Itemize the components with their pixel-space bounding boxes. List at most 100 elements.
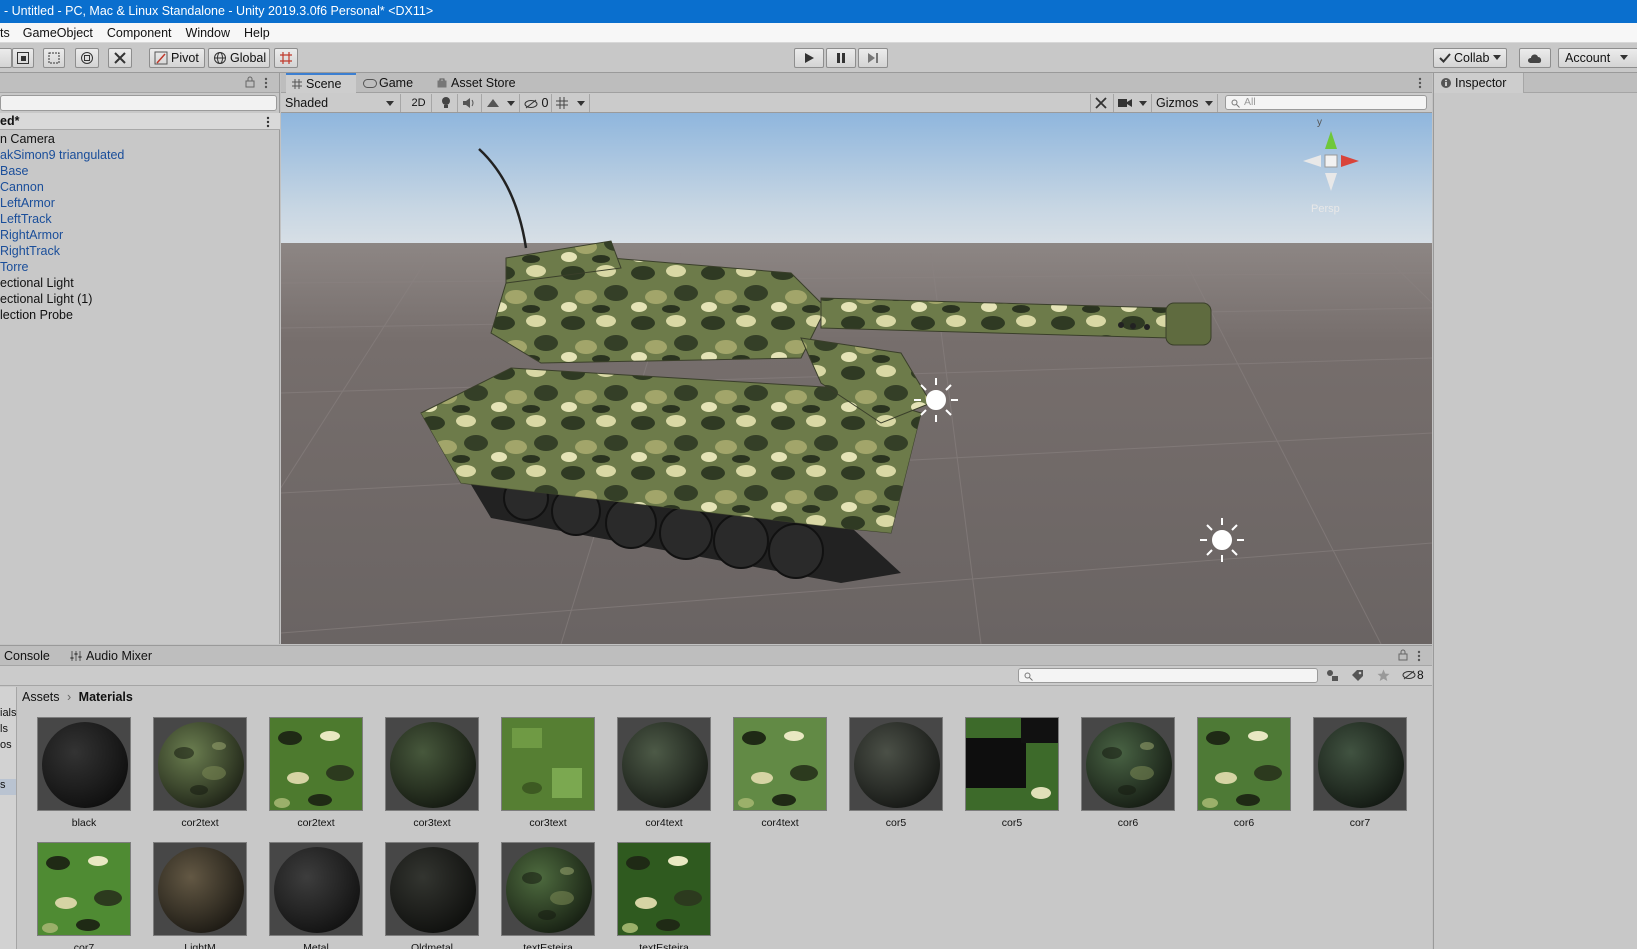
lock-icon[interactable] [1398, 649, 1408, 661]
hierarchy-item[interactable]: LeftArmor [0, 195, 124, 211]
scene-tools-button[interactable] [1090, 94, 1114, 112]
star-icon[interactable] [1377, 669, 1390, 682]
tab-scene[interactable]: Scene [286, 73, 356, 93]
material-thumbnail[interactable] [385, 842, 479, 936]
grid-visibility-dropdown[interactable] [552, 94, 590, 112]
folder-tree-item-selected[interactable]: s [0, 779, 16, 795]
step-button[interactable] [858, 48, 888, 68]
material-thumbnail[interactable] [37, 717, 131, 811]
hidden-objects-toggle[interactable]: 0 [520, 94, 552, 112]
eye-slash-icon[interactable] [1402, 670, 1416, 680]
grid-icon [556, 97, 568, 109]
scene-panel: Scene Game Asset Store Shaded 2D 0 Gizmo… [281, 73, 1432, 644]
label-tag-icon[interactable] [1351, 669, 1364, 682]
folder-tree-item[interactable]: ials [0, 707, 17, 719]
scene-tab-bar: Scene Game Asset Store [281, 73, 1432, 93]
custom-tool-button[interactable] [108, 48, 132, 68]
lighting-toggle[interactable] [436, 94, 458, 112]
2d-toggle[interactable]: 2D [406, 94, 432, 112]
kebab-menu-icon[interactable] [266, 116, 270, 128]
material-thumbnail[interactable] [733, 717, 827, 811]
menu-gameobject[interactable]: GameObject [16, 23, 100, 43]
effects-dropdown[interactable] [482, 94, 520, 112]
material-preview [502, 718, 594, 810]
scene-search-input[interactable]: All [1225, 95, 1427, 110]
material-preview [966, 718, 1058, 810]
play-icon [805, 53, 814, 63]
folder-tree-item[interactable]: os [0, 739, 12, 751]
account-dropdown[interactable]: Account [1558, 48, 1637, 68]
hierarchy-item[interactable]: lection Probe [0, 307, 124, 323]
orientation-gizmo[interactable] [1291, 121, 1371, 201]
material-thumbnail[interactable] [965, 717, 1059, 811]
pause-button[interactable] [826, 48, 856, 68]
material-name: cor3text [529, 817, 567, 829]
kebab-menu-icon[interactable] [1418, 77, 1422, 89]
hierarchy-item[interactable]: n Camera [0, 131, 124, 147]
play-button[interactable] [794, 48, 824, 68]
global-toggle[interactable]: Global [208, 48, 270, 68]
tab-console[interactable]: Console [4, 649, 50, 663]
hierarchy-item[interactable]: Base [0, 163, 124, 179]
menu-component[interactable]: Component [100, 23, 179, 43]
audio-toggle[interactable] [458, 94, 482, 112]
material-thumbnail[interactable] [1081, 717, 1175, 811]
material-thumbnail[interactable] [269, 842, 363, 936]
move-tool-button[interactable] [12, 48, 34, 68]
hierarchy-item[interactable]: RightArmor [0, 227, 124, 243]
material-thumbnail[interactable] [849, 717, 943, 811]
search-icon [1231, 99, 1240, 108]
scene-name: ed* [0, 114, 20, 128]
hierarchy-item[interactable]: Torre [0, 259, 124, 275]
menu-help[interactable]: Help [237, 23, 277, 43]
material-thumbnail[interactable] [617, 717, 711, 811]
rect-tool-button[interactable] [43, 48, 65, 68]
material-thumbnail[interactable] [1197, 717, 1291, 811]
material-thumbnail[interactable] [153, 842, 247, 936]
menu-assets[interactable]: ts [0, 23, 16, 43]
hierarchy-item[interactable]: akSimon9 triangulated [0, 147, 124, 163]
hierarchy-item[interactable]: LeftTrack [0, 211, 124, 227]
snap-toggle[interactable] [274, 48, 298, 68]
material-thumbnail[interactable] [153, 717, 247, 811]
draw-mode-dropdown[interactable]: Shaded [281, 94, 401, 112]
material-thumbnail[interactable] [501, 717, 595, 811]
breadcrumb-materials[interactable]: Materials [79, 690, 133, 704]
lock-icon[interactable] [245, 76, 255, 88]
hand-tool-button[interactable] [0, 48, 12, 68]
search-by-type-icon[interactable] [1325, 669, 1339, 682]
material-preview [386, 718, 478, 810]
gizmos-dropdown[interactable]: Gizmos [1152, 94, 1218, 112]
persp-label[interactable]: Persp [1311, 203, 1340, 215]
collab-dropdown[interactable]: Collab [1433, 48, 1507, 68]
transform-tool-button[interactable] [75, 48, 99, 68]
hierarchy-item[interactable]: ectional Light (1) [0, 291, 124, 307]
material-thumbnail[interactable] [501, 842, 595, 936]
kebab-menu-icon[interactable] [1417, 650, 1421, 662]
tab-asset-store[interactable]: Asset Store [431, 73, 531, 93]
cloud-button[interactable] [1519, 48, 1551, 68]
globe-icon [214, 52, 226, 64]
material-thumbnail[interactable] [269, 717, 363, 811]
scene-header[interactable]: ed* [0, 113, 280, 130]
material-thumbnail[interactable] [617, 842, 711, 936]
menu-window[interactable]: Window [179, 23, 237, 43]
folder-tree-item[interactable]: ls [0, 723, 8, 735]
axis-y-label: y [1317, 117, 1322, 128]
material-thumbnail[interactable] [1313, 717, 1407, 811]
material-thumbnail[interactable] [37, 842, 131, 936]
material-thumbnail[interactable] [385, 717, 479, 811]
hierarchy-search-input[interactable] [0, 95, 277, 111]
scene-viewport[interactable]: y Persp [281, 113, 1432, 644]
breadcrumb-assets[interactable]: Assets [22, 690, 60, 704]
tab-audio-mixer[interactable]: Audio Mixer [86, 649, 152, 663]
hierarchy-item[interactable]: ectional Light [0, 275, 124, 291]
kebab-menu-icon[interactable] [264, 77, 268, 89]
hierarchy-item[interactable]: Cannon [0, 179, 124, 195]
pivot-toggle[interactable]: Pivot [149, 48, 205, 68]
tab-game[interactable]: Game [359, 73, 427, 93]
project-search-input[interactable] [1018, 668, 1318, 683]
hierarchy-item[interactable]: RightTrack [0, 243, 124, 259]
tab-inspector[interactable]: Inspector [1434, 73, 1524, 93]
camera-settings-dropdown[interactable] [1114, 94, 1152, 112]
